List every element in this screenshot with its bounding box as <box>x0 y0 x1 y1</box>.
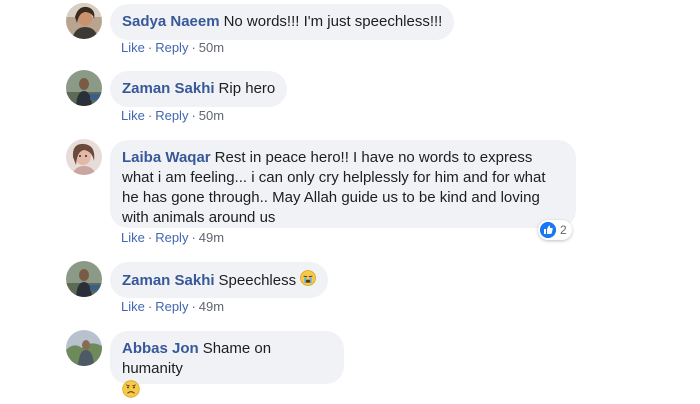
avatar[interactable] <box>66 3 102 39</box>
comment-actions: Like · Reply · 50m <box>121 108 224 124</box>
separator: · <box>147 40 153 55</box>
comment-actions: Like · Reply · 49m <box>121 299 224 315</box>
like-link[interactable]: Like <box>121 108 145 123</box>
like-thumbs-up-icon <box>540 222 556 238</box>
comment-bubble: Laiba Waqar Rest in peace hero!! I have n… <box>110 140 576 228</box>
sad-face-icon <box>122 380 332 400</box>
avatar[interactable] <box>66 330 102 366</box>
comment-author[interactable]: Laiba Waqar <box>122 149 211 166</box>
like-link[interactable]: Like <box>121 230 145 245</box>
crying-face-icon <box>300 270 317 292</box>
comment-text: No words!!! I'm just speechless!!! <box>223 13 443 30</box>
comment-timestamp[interactable]: 50m <box>199 108 224 123</box>
separator: · <box>191 230 196 245</box>
like-link[interactable]: Like <box>121 299 145 314</box>
comment-bubble: Abbas Jon Shame on humanity <box>110 331 344 398</box>
reply-link[interactable]: Reply <box>155 108 188 123</box>
comment-author[interactable]: Zaman Sakhi <box>122 80 215 97</box>
separator: · <box>147 230 153 245</box>
separator: · <box>147 108 153 123</box>
comment-text: Rip hero <box>218 80 276 97</box>
separator: · <box>191 299 196 314</box>
avatar[interactable] <box>66 70 102 106</box>
separator: · <box>147 299 153 314</box>
avatar[interactable] <box>66 139 102 175</box>
comment-author[interactable]: Abbas Jon <box>122 340 199 357</box>
separator: · <box>191 108 196 123</box>
avatar[interactable] <box>66 261 102 297</box>
reply-link[interactable]: Reply <box>155 40 188 55</box>
reply-link[interactable]: Reply <box>155 299 188 314</box>
reaction-badge[interactable]: 2 <box>538 220 572 240</box>
comment-timestamp[interactable]: 49m <box>199 230 224 245</box>
comment-timestamp[interactable]: 50m <box>199 40 224 55</box>
comment-bubble: Zaman Sakhi Rip hero <box>110 71 288 107</box>
comment-bubble: Sadya Naeem No words!!! I'm just speechle… <box>110 4 455 40</box>
separator: · <box>191 40 196 55</box>
comment-bubble: Zaman Sakhi Speechless <box>110 262 329 298</box>
comment-actions: Like · Reply · 49m <box>121 230 224 246</box>
comment-timestamp[interactable]: 49m <box>199 299 224 314</box>
comment-author[interactable]: Zaman Sakhi <box>122 272 215 289</box>
reply-link[interactable]: Reply <box>155 230 188 245</box>
like-link[interactable]: Like <box>121 40 145 55</box>
comment-actions: Like · Reply · 50m <box>121 40 224 56</box>
reaction-count: 2 <box>560 223 567 237</box>
comment-text: Speechless <box>218 271 297 289</box>
comment-author[interactable]: Sadya Naeem <box>122 13 220 30</box>
